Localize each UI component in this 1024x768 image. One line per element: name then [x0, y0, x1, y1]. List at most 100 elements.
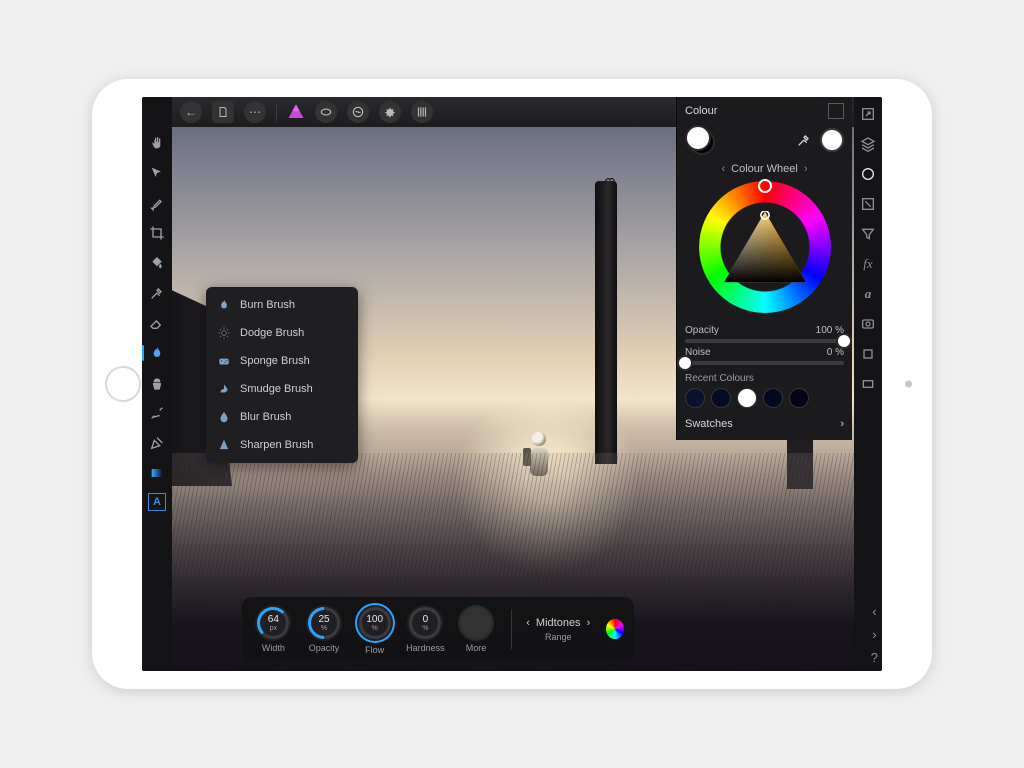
dial-label: Hardness: [406, 643, 445, 653]
dial-label: Flow: [365, 645, 384, 655]
colour-wheel[interactable]: [699, 181, 831, 313]
burn-tool[interactable]: [147, 343, 167, 363]
colour-mode-selector[interactable]: ‹ Colour Wheel ›: [685, 163, 844, 175]
recent-colours-label: Recent Colours: [685, 373, 844, 384]
move-tool[interactable]: [147, 163, 167, 183]
flyout-blur-brush[interactable]: Blur Brush: [206, 403, 358, 431]
dial-label: Opacity: [309, 643, 340, 653]
scene-monolith: [595, 181, 617, 464]
app-screen: A ← ⋯: [142, 97, 882, 671]
swatches-label: Swatches: [685, 418, 733, 430]
crop-tool[interactable]: [147, 223, 167, 243]
dial-label: Width: [262, 643, 285, 653]
flyout-burn-brush[interactable]: Burn Brush: [206, 291, 358, 319]
panel-expand-icon[interactable]: [828, 103, 844, 119]
recent-colour-swatch[interactable]: [763, 388, 783, 408]
flame-icon: [216, 297, 232, 313]
help-button[interactable]: ?: [871, 650, 878, 665]
noise-slider[interactable]: Noise0 %: [685, 347, 844, 365]
fx-studio-icon[interactable]: fx: [859, 255, 877, 273]
quick-colour-icon[interactable]: [606, 619, 624, 639]
colour-mode-label: Colour Wheel: [731, 163, 798, 175]
gradient-tool[interactable]: [147, 463, 167, 483]
chevron-right-icon[interactable]: ›: [840, 418, 844, 430]
ipad-frame: A ← ⋯: [92, 79, 932, 689]
chevron-right-icon[interactable]: ›: [804, 163, 808, 175]
document-menu[interactable]: [212, 101, 234, 123]
recent-colour-swatch[interactable]: [685, 388, 705, 408]
color-picker-tool[interactable]: [147, 283, 167, 303]
flyout-item-label: Smudge Brush: [240, 383, 313, 395]
brush-flyout: Burn Brush Dodge Brush Sponge Brush: [206, 287, 358, 463]
ipad-camera: [905, 381, 912, 388]
back-button[interactable]: ←: [180, 101, 202, 123]
chevron-right-icon[interactable]: ›: [872, 627, 876, 642]
ipad-home-button[interactable]: [105, 366, 141, 402]
hand-tool[interactable]: [147, 133, 167, 153]
picked-colour-swatch[interactable]: [820, 128, 844, 152]
adjustments-studio-icon[interactable]: [859, 195, 877, 213]
sun-icon: [216, 325, 232, 341]
more-menu[interactable]: ⋯: [244, 101, 266, 123]
eraser-tool[interactable]: [147, 313, 167, 333]
flood-fill-tool[interactable]: [147, 253, 167, 273]
smudge-icon: [216, 381, 232, 397]
flyout-item-label: Sponge Brush: [240, 355, 310, 367]
hardness-dial[interactable]: 0% Hardness: [404, 605, 447, 653]
flyout-dodge-brush[interactable]: Dodge Brush: [206, 319, 358, 347]
flyout-item-label: Blur Brush: [240, 411, 291, 423]
eyedropper-icon[interactable]: [796, 132, 812, 148]
corner-controls: ‹ › ?: [871, 604, 878, 665]
navigator-studio-icon[interactable]: [859, 375, 877, 393]
more-dial[interactable]: More: [455, 605, 498, 653]
clone-tool[interactable]: [147, 373, 167, 393]
text-studio-icon[interactable]: a: [859, 285, 877, 303]
colour-triangle[interactable]: [724, 211, 806, 283]
sharpen-icon: [216, 437, 232, 453]
panel-title: Colour: [685, 105, 717, 117]
recent-colour-swatch[interactable]: [711, 388, 731, 408]
layers-studio-icon[interactable]: [859, 135, 877, 153]
scene-bird: [605, 176, 615, 184]
width-dial[interactable]: 64px Width: [252, 605, 295, 653]
chevron-left-icon[interactable]: ‹: [526, 617, 530, 629]
chevron-right-icon[interactable]: ›: [587, 617, 591, 629]
paint-brush-tool[interactable]: [147, 193, 167, 213]
chevron-left-icon[interactable]: ‹: [722, 163, 726, 175]
swatches-row[interactable]: Swatches ›: [685, 418, 844, 430]
foreground-background-swatch[interactable]: [685, 125, 715, 155]
hue-handle[interactable]: [758, 179, 772, 193]
flyout-item-label: Dodge Brush: [240, 327, 304, 339]
flow-dial[interactable]: 100% Flow: [353, 603, 396, 655]
recent-colour-swatch[interactable]: [737, 388, 757, 408]
dial-label: More: [466, 643, 487, 653]
slider-label: Opacity: [685, 325, 719, 336]
transform-studio-icon[interactable]: [859, 345, 877, 363]
sponge-icon: [216, 353, 232, 369]
filters-studio-icon[interactable]: [859, 225, 877, 243]
retouch-tool[interactable]: [147, 403, 167, 423]
opacity-dial[interactable]: 25% Opacity: [303, 605, 346, 653]
flyout-sponge-brush[interactable]: Sponge Brush: [206, 347, 358, 375]
flyout-item-label: Burn Brush: [240, 299, 295, 311]
context-separator: [511, 609, 512, 649]
chevron-left-icon[interactable]: ‹: [872, 604, 876, 619]
liquify-persona-icon[interactable]: [347, 101, 369, 123]
stock-studio-icon[interactable]: [859, 315, 877, 333]
flyout-smudge-brush[interactable]: Smudge Brush: [206, 375, 358, 403]
popout-icon[interactable]: [859, 105, 877, 123]
tonal-range-selector[interactable]: ‹ Midtones › Range: [526, 617, 590, 642]
flyout-item-label: Sharpen Brush: [240, 439, 313, 451]
flyout-sharpen-brush[interactable]: Sharpen Brush: [206, 431, 358, 459]
develop-persona-icon[interactable]: [379, 101, 401, 123]
context-toolbar: 64px Width 25% Opacity 100% Flow: [242, 597, 634, 661]
pen-tool[interactable]: [147, 433, 167, 453]
text-tool[interactable]: A: [148, 493, 166, 511]
opacity-slider[interactable]: Opacity100 %: [685, 325, 844, 343]
recent-colour-swatch[interactable]: [789, 388, 809, 408]
selection-persona-icon[interactable]: [315, 101, 337, 123]
left-toolbar: A: [142, 97, 172, 671]
tone-map-persona-icon[interactable]: [411, 101, 433, 123]
affinity-logo-icon[interactable]: [287, 103, 305, 121]
colour-studio-icon[interactable]: [859, 165, 877, 183]
